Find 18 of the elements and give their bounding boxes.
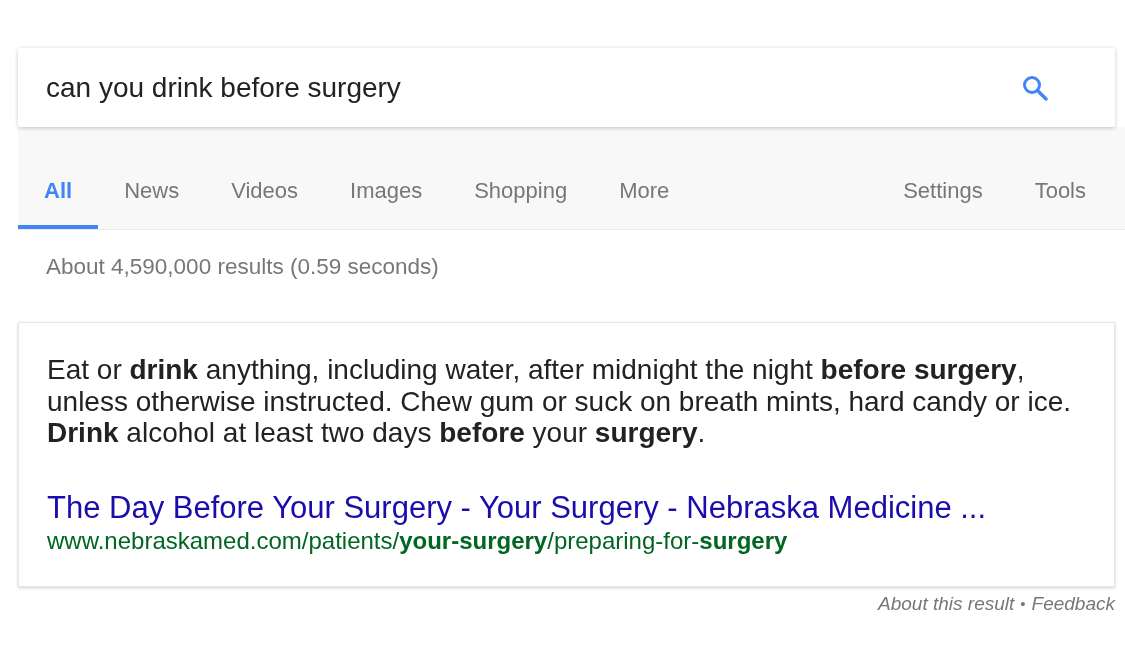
tab[interactable]: All bbox=[18, 178, 99, 229]
separator-dot: • bbox=[1020, 593, 1026, 614]
menu-link[interactable]: Settings bbox=[877, 178, 1009, 229]
feedback-link[interactable]: Feedback bbox=[1031, 592, 1115, 615]
menu-link[interactable]: Tools bbox=[1008, 178, 1112, 229]
snippet-text: Eat or drink anything, including water, after midnight the night before surgery, unless otherwise instructed. Chew gum or suck on breath mints, hard candy or ice. Drink alcohol at least two days before your surgery. bbox=[47, 354, 1073, 449]
tab[interactable]: Images bbox=[324, 178, 449, 229]
tab[interactable]: Videos bbox=[205, 178, 324, 229]
result-stats: About 4,590,000 results (0.59 seconds) bbox=[45, 253, 440, 281]
tab[interactable]: Shopping bbox=[448, 178, 594, 229]
tab[interactable]: News bbox=[98, 178, 206, 229]
search-button[interactable] bbox=[1021, 73, 1049, 102]
result-title-link[interactable]: The Day Before Your Surgery - Your Surgery - Nebraska Medicine ... bbox=[47, 490, 987, 525]
about-result-link[interactable]: About this result bbox=[878, 592, 1015, 615]
search-field[interactable]: can you drink before surgery bbox=[46, 67, 997, 108]
tab[interactable]: More bbox=[593, 178, 696, 229]
search-icon bbox=[1022, 74, 1048, 101]
result-url: www.nebraskamed.com/patients/your-surgery/preparing-for-surgery bbox=[47, 525, 789, 556]
